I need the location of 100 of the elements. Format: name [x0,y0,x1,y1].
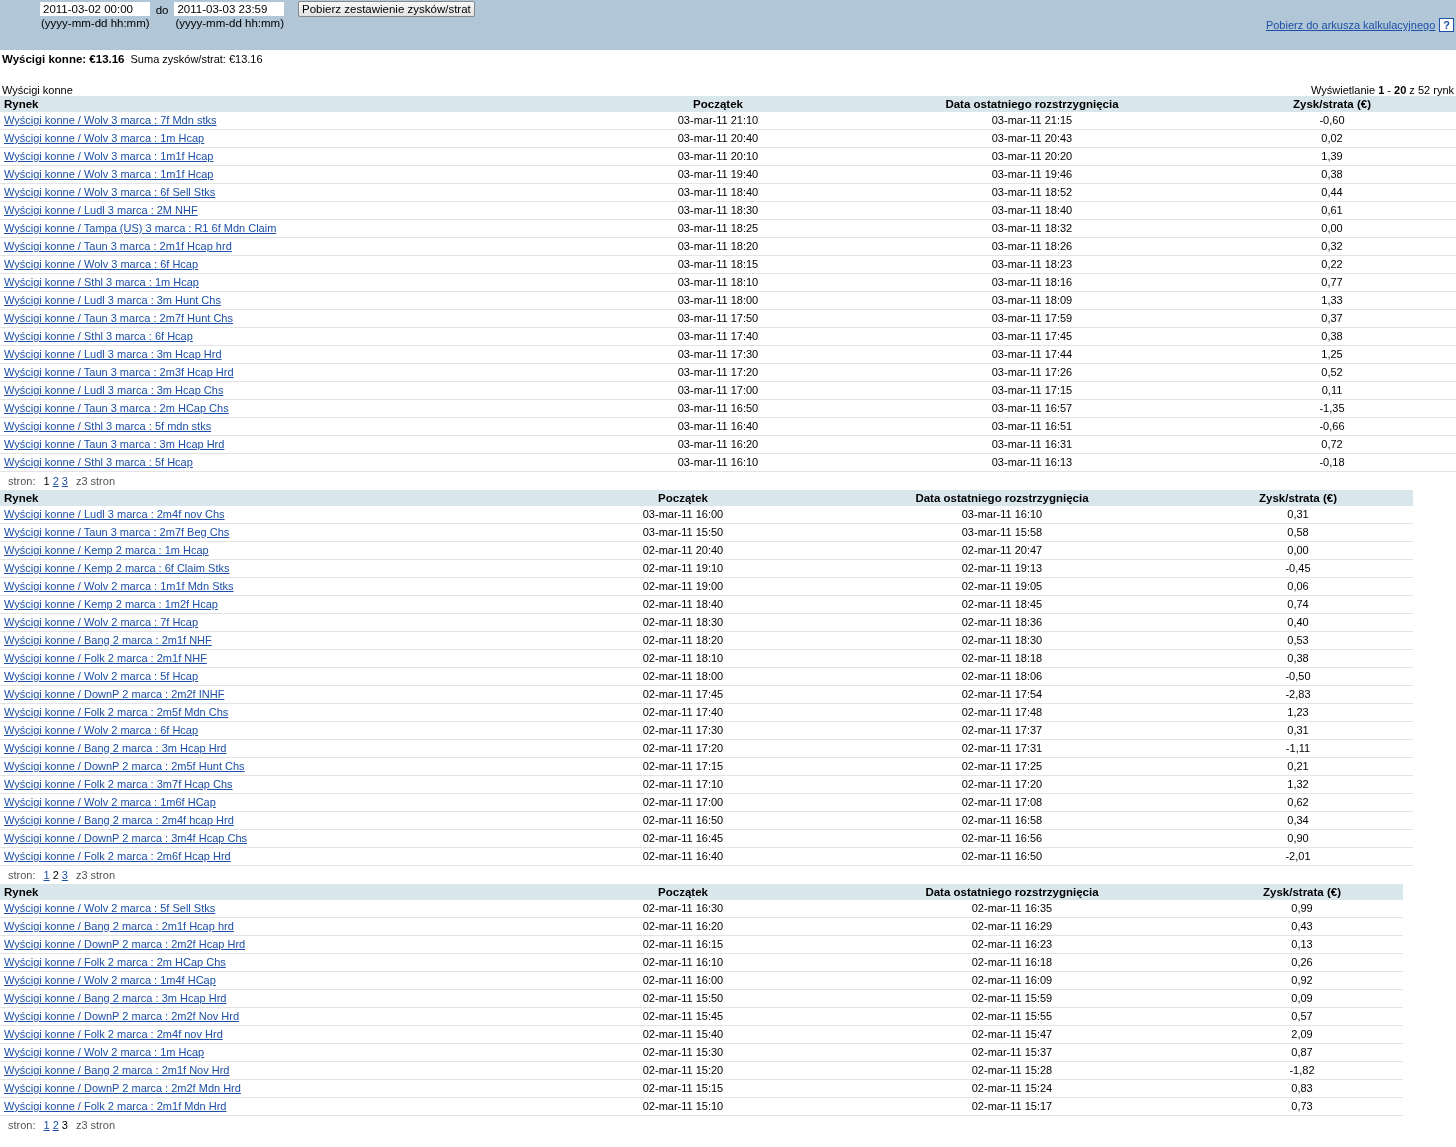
table-cell: 02-mar-11 17:37 [821,722,1183,740]
table-cell: 0,09 [1201,990,1403,1008]
table-cell: 02-mar-11 15:37 [823,1044,1201,1062]
table-cell: 02-mar-11 20:47 [821,542,1183,560]
table-cell: 0,37 [1208,310,1456,328]
table-cell: 0,61 [1208,202,1456,220]
page-link[interactable]: 2 [52,1119,59,1134]
page-link[interactable]: 2 [52,475,59,490]
table-cell: -1,11 [1183,740,1413,758]
market-link[interactable]: Wyścigi konne / Wolv 2 marca : 1m1f Mdn Stks [4,580,234,592]
market-link[interactable]: Wyścigi konne / Ludl 3 marca : 3m Hcap Hrd [4,348,222,360]
table-cell: 03-mar-11 16:13 [856,454,1208,472]
page-link[interactable]: 3 [61,475,68,490]
market-link[interactable]: Wyścigi konne / Wolv 2 marca : 5f Hcap [4,670,199,682]
market-link[interactable]: Wyścigi konne / Ludl 3 marca : 3m Hunt Chs [4,294,221,306]
market-link[interactable]: Wyścigi konne / Sthl 3 marca : 5f mdn stks [4,420,212,432]
table-cell: 0,00 [1183,542,1413,560]
table-cell: 03-mar-11 16:50 [580,400,856,418]
market-link[interactable]: Wyścigi konne / DownP 2 marca : 2m2f Hcap Hrd [4,938,246,950]
market-link[interactable]: Wyścigi konne / Wolv 2 marca : 6f Hcap [4,724,199,736]
market-link[interactable]: Wyścigi konne / Wolv 3 marca : 6f Sell Stks [4,186,216,198]
table-cell: 0,90 [1183,830,1413,848]
table-cell: 02-mar-11 17:15 [545,758,821,776]
market-link[interactable]: Wyścigi konne / Bang 2 marca : 3m Hcap Hrd [4,992,227,1004]
date-to-field[interactable]: 2011-03-03 23:59 [174,2,285,16]
market-link[interactable]: Wyścigi konne / Bang 2 marca : 2m4f hcap Hrd [4,814,234,826]
market-link[interactable]: Wyścigi konne / Wolv 2 marca : 1m Hcap [4,1046,205,1058]
table-cell: 02-mar-11 19:00 [545,578,821,596]
table-cell: -0,60 [1208,112,1456,130]
table-cell: 0,73 [1201,1098,1403,1116]
table-cell: 02-mar-11 17:00 [545,794,821,812]
fetch-report-button[interactable]: Pobierz zestawienie zysków/strat [298,1,475,17]
market-link[interactable]: Wyścigi konne / Kemp 2 marca : 6f Claim Stks [4,562,230,574]
market-link[interactable]: Wyścigi konne / Bang 2 marca : 3m Hcap Hrd [4,742,227,754]
market-link[interactable]: Wyścigi konne / Wolv 3 marca : 1m Hcap [4,132,205,144]
market-link[interactable]: Wyścigi konne / Taun 3 marca : 2m3f Hcap Hrd [4,366,234,378]
table-cell: 02-mar-11 16:50 [545,812,821,830]
market-link[interactable]: Wyścigi konne / DownP 2 marca : 2m2f Mdn Hrd [4,1082,241,1094]
table-cell: 02-mar-11 15:15 [543,1080,823,1098]
page-link[interactable]: 1 [43,1119,50,1134]
table-cell: 0,26 [1201,954,1403,972]
market-link[interactable]: Wyścigi konne / DownP 2 marca : 3m4f Hcap Chs [4,832,247,844]
market-link[interactable]: Wyścigi konne / Folk 2 marca : 2m5f Mdn Chs [4,706,229,718]
market-link[interactable]: Wyścigi konne / DownP 2 marca : 2m5f Hunt Chs [4,760,245,772]
market-link[interactable]: Wyścigi konne / Taun 3 marca : 2m HCap Chs [4,402,229,414]
market-link[interactable]: Wyścigi konne / Folk 2 marca : 2m4f nov Hrd [4,1028,223,1040]
market-link[interactable]: Wyścigi konne / Folk 2 marca : 2m6f Hcap Hrd [4,850,231,862]
table-cell: 02-mar-11 17:48 [821,704,1183,722]
market-link[interactable]: Wyścigi konne / DownP 2 marca : 2m2f Nov Hrd [4,1010,240,1022]
date-from-field[interactable]: 2011-03-02 00:00 [40,2,150,16]
market-link[interactable]: Wyścigi konne / Ludl 3 marca : 2M NHF [4,204,198,216]
table-cell: -1,82 [1201,1062,1403,1080]
market-link[interactable]: Wyścigi konne / Kemp 2 marca : 1m Hcap [4,544,209,556]
column-header: Zysk/strata (€) [1201,884,1403,900]
table-cell: 03-mar-11 18:32 [856,220,1208,238]
pager-label: stron: [8,475,36,489]
page-link[interactable]: 3 [61,869,68,884]
column-header: Rynek [0,490,545,506]
market-link[interactable]: Wyścigi konne / Taun 3 marca : 2m7f Hunt Chs [4,312,233,324]
help-button[interactable]: ? [1439,18,1454,32]
market-link[interactable]: Wyścigi konne / Taun 3 marca : 2m7f Beg Chs [4,526,230,538]
market-link[interactable]: Wyścigi konne / Wolv 3 marca : 1m1f Hcap [4,168,214,180]
market-link[interactable]: Wyścigi konne / Wolv 2 marca : 5f Sell Stks [4,902,216,914]
market-link[interactable]: Wyścigi konne / Folk 2 marca : 2m HCap Chs [4,956,226,968]
table-cell: 0,06 [1183,578,1413,596]
market-link[interactable]: Wyścigi konne / Wolv 3 marca : 1m1f Hcap [4,150,214,162]
table-cell: 0,44 [1208,184,1456,202]
market-link[interactable]: Wyścigi konne / Wolv 2 marca : 1m4f HCap [4,974,216,986]
table-cell: 0,77 [1208,274,1456,292]
table-cell: 02-mar-11 16:58 [821,812,1183,830]
market-link[interactable]: Wyścigi konne / Tampa (US) 3 marca : R1 6f Mdn Claim [4,222,277,234]
market-link[interactable]: Wyścigi konne / Taun 3 marca : 3m Hcap Hrd [4,438,225,450]
market-link[interactable]: Wyścigi konne / Folk 2 marca : 3m7f Hcap Chs [4,778,233,790]
market-link[interactable]: Wyścigi konne / Folk 2 marca : 2m1f NHF [4,652,207,664]
market-link[interactable]: Wyścigi konne / Wolv 2 marca : 1m6f HCap [4,796,216,808]
export-spreadsheet-link[interactable]: Pobierz do arkusza kalkulacyjnego [1265,19,1436,31]
market-link[interactable]: Wyścigi konne / Folk 2 marca : 2m1f Mdn Hrd [4,1100,227,1112]
market-link[interactable]: Wyścigi konne / Bang 2 marca : 2m1f Hcap hrd [4,920,234,932]
market-link[interactable]: Wyścigi konne / Wolv 2 marca : 7f Hcap [4,616,199,628]
table-cell: 03-mar-11 16:57 [856,400,1208,418]
table-cell: 0,58 [1183,524,1413,542]
table-cell: 02-mar-11 15:45 [543,1008,823,1026]
market-link[interactable]: Wyścigi konne / Sthl 3 marca : 6f Hcap [4,330,193,342]
market-link[interactable]: Wyścigi konne / Kemp 2 marca : 1m2f Hcap [4,598,218,610]
market-link[interactable]: Wyścigi konne / Sthl 3 marca : 1m Hcap [4,276,199,288]
table-cell: 02-mar-11 16:20 [543,918,823,936]
market-link[interactable]: Wyścigi konne / Ludl 3 marca : 3m Hcap Chs [4,384,224,396]
page-link[interactable]: 1 [43,869,50,884]
market-link[interactable]: Wyścigi konne / Ludl 3 marca : 2m4f nov Chs [4,508,225,520]
market-link[interactable]: Wyścigi konne / Wolv 3 marca : 7f Mdn stks [4,114,217,126]
table-cell: 1,33 [1208,292,1456,310]
market-link[interactable]: Wyścigi konne / Wolv 3 marca : 6f Hcap [4,258,199,270]
market-link[interactable]: Wyścigi konne / DownP 2 marca : 2m2f INHF [4,688,225,700]
market-link[interactable]: Wyścigi konne / Bang 2 marca : 2m1f NHF [4,634,212,646]
column-header: Początek [543,884,823,900]
market-link[interactable]: Wyścigi konne / Bang 2 marca : 2m1f Nov Hrd [4,1064,230,1076]
current-page: 2 [52,869,59,883]
market-link[interactable]: Wyścigi konne / Sthl 3 marca : 5f Hcap [4,456,193,468]
table-cell: 02-mar-11 17:31 [821,740,1183,758]
market-link[interactable]: Wyścigi konne / Taun 3 marca : 2m1f Hcap hrd [4,240,232,252]
